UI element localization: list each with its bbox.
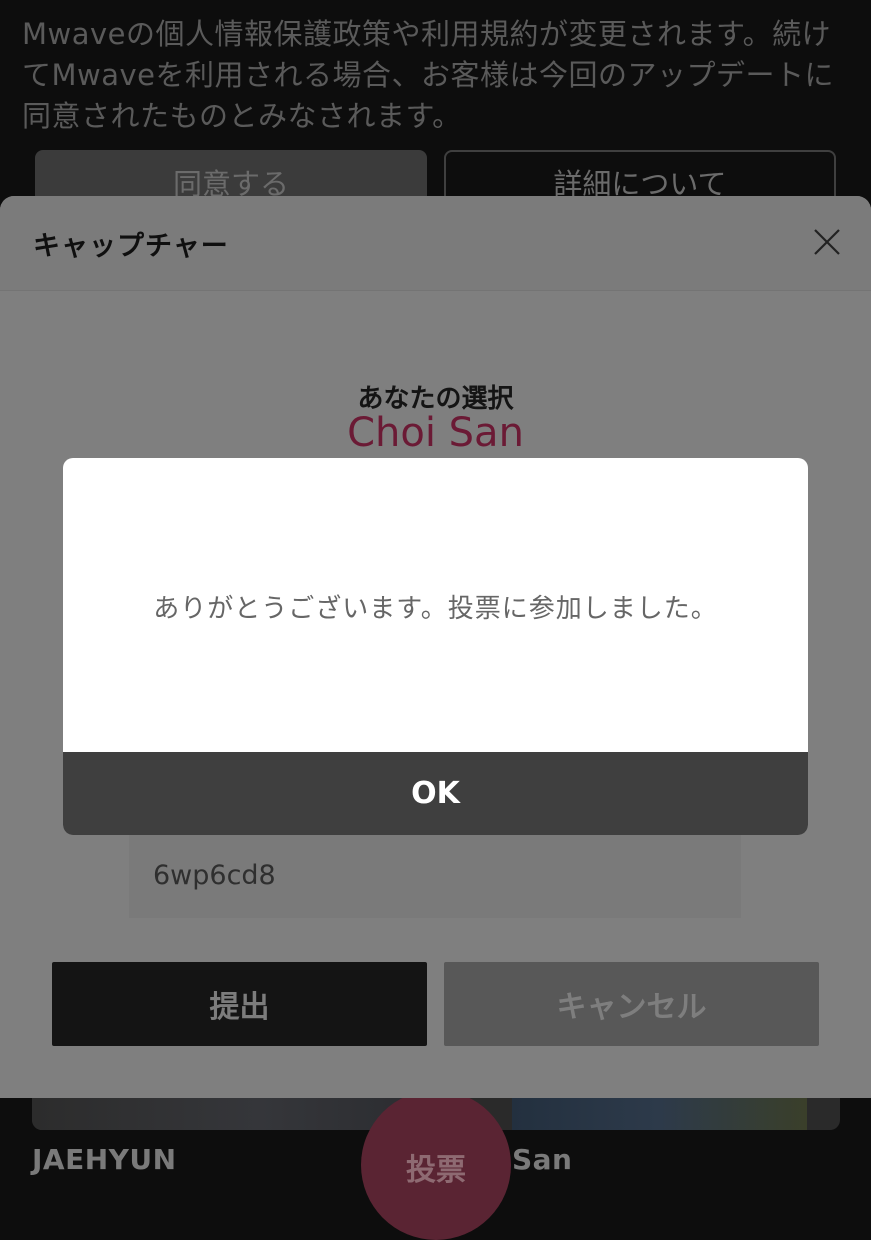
vote-complete-dialog: ありがとうございます。投票に参加しました。 OK: [63, 458, 808, 835]
artist-name-left: JAEHYUN: [32, 1143, 177, 1176]
captcha-input[interactable]: [129, 832, 741, 918]
submit-button[interactable]: 提出: [52, 962, 427, 1046]
vote-button[interactable]: 投票: [361, 1090, 511, 1240]
cancel-button[interactable]: キャンセル: [444, 962, 819, 1046]
captcha-sheet-header: キャップチャー: [0, 196, 871, 291]
selected-artist-name: Choi San: [347, 410, 524, 456]
ok-button[interactable]: OK: [63, 752, 808, 835]
policy-notice-text: Mwaveの個人情報保護政策や利用規約が変更されます。続けてMwaveを利用され…: [22, 17, 835, 133]
close-icon[interactable]: [812, 227, 842, 257]
dialog-message: ありがとうございます。投票に参加しました。: [153, 594, 718, 624]
artist-name-right: San: [512, 1143, 573, 1176]
captcha-sheet-title: キャップチャー: [33, 231, 229, 262]
